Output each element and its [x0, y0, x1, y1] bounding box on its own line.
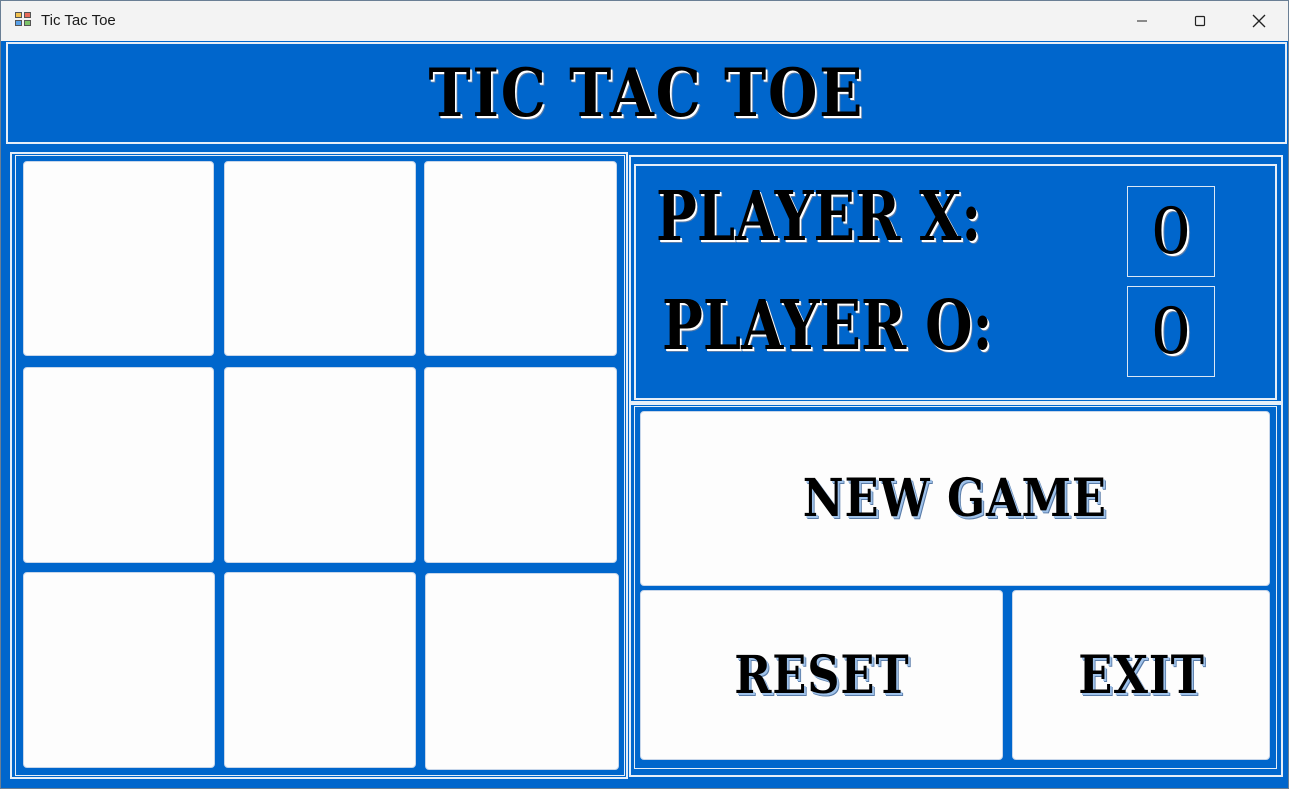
- game-title: TIC TAC TOE: [428, 54, 865, 132]
- board-cell-8[interactable]: [224, 572, 416, 768]
- minimize-icon: [1137, 20, 1147, 22]
- close-icon: [1252, 14, 1266, 28]
- tic-tac-toe-app-icon: [15, 12, 33, 28]
- reset-label: RESET: [733, 644, 910, 706]
- player-o-score-box: 0: [1127, 286, 1215, 377]
- close-button[interactable]: [1230, 1, 1288, 41]
- board-cell-3[interactable]: [424, 161, 617, 356]
- new-game-button[interactable]: NEW GAME: [640, 411, 1270, 586]
- reset-button[interactable]: RESET: [640, 590, 1003, 760]
- window-title: Tic Tac Toe: [41, 12, 116, 29]
- player-x-score-box: 0: [1127, 186, 1215, 277]
- board-cell-6[interactable]: [424, 367, 617, 563]
- board-cell-5[interactable]: [224, 367, 416, 563]
- maximize-icon: [1194, 15, 1206, 27]
- board-cell-4[interactable]: [23, 367, 214, 563]
- maximize-button[interactable]: [1171, 1, 1229, 41]
- new-game-label: NEW GAME: [802, 468, 1108, 529]
- board-cell-2[interactable]: [224, 161, 416, 356]
- board-cell-1[interactable]: [23, 161, 214, 356]
- header-panel: TIC TAC TOE: [6, 42, 1287, 144]
- player-x-score: 0: [1150, 194, 1192, 269]
- board-cell-9[interactable]: [425, 573, 619, 770]
- player-o-score: 0: [1150, 294, 1192, 369]
- board-cell-7[interactable]: [23, 572, 215, 768]
- app-window: Tic Tac Toe TIC TAC TOE PLAYER X: 0 PLAY…: [0, 0, 1289, 789]
- exit-label: EXIT: [1077, 644, 1205, 706]
- title-bar[interactable]: Tic Tac Toe: [1, 1, 1288, 41]
- minimize-button[interactable]: [1113, 1, 1171, 41]
- exit-button[interactable]: EXIT: [1012, 590, 1270, 760]
- player-o-label: PLAYER O:: [662, 286, 993, 366]
- player-x-label: PLAYER X:: [656, 177, 982, 257]
